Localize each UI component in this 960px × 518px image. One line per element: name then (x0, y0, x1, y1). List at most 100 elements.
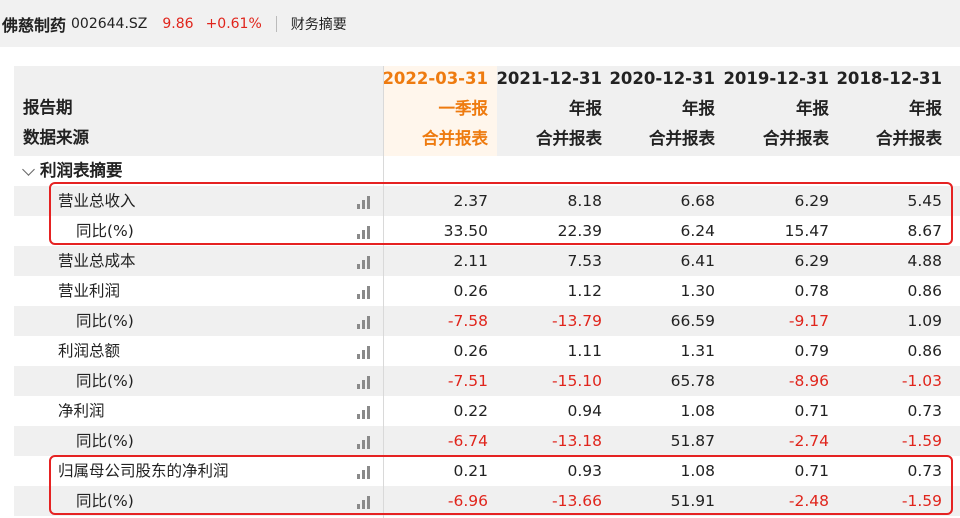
row-label: 同比(%) (76, 372, 134, 390)
table-cell: 0.86 (907, 282, 942, 300)
table-cell: -6.96 (447, 492, 488, 510)
bar-chart-icon[interactable] (357, 495, 371, 509)
bar-chart-icon[interactable] (357, 345, 371, 359)
table-cell: -7.51 (447, 372, 488, 390)
row-label: 同比(%) (76, 222, 134, 240)
table-cell: 0.73 (907, 402, 942, 420)
header-date: 2020-12-31 (609, 69, 715, 88)
section-title: 利润表摘要 (40, 161, 123, 180)
table-cell: 33.50 (443, 222, 488, 240)
header-source: 合并报表 (649, 129, 715, 148)
stock-header-bar: 佛慈制药 002644.SZ 9.86 +0.61% 财务摘要 (0, 0, 960, 47)
table-cell: 6.29 (794, 252, 829, 270)
financial-summary-table: 报告期 数据来源 2022-03-31 一季报合并报表 2021-12-31 年报合并… (14, 66, 960, 518)
table-cell: 0.94 (567, 402, 602, 420)
row-label: 归属母公司股东的净利润 (58, 462, 229, 480)
table-cell: 0.86 (907, 342, 942, 360)
table-cell: -1.59 (901, 492, 942, 510)
table-cell: 5.45 (907, 192, 942, 210)
table-cell: 0.22 (453, 402, 488, 420)
period-label: 报告期 (23, 98, 73, 117)
header-source: 合并报表 (536, 129, 602, 148)
table-cell: -1.03 (901, 372, 942, 390)
stock-price: 9.86 (162, 15, 194, 32)
row-label: 同比(%) (76, 312, 134, 330)
table-cell: 1.30 (680, 282, 715, 300)
table-cell: 1.31 (680, 342, 715, 360)
section-row[interactable] (14, 156, 960, 186)
bar-chart-icon[interactable] (357, 465, 371, 479)
table-cell: -8.96 (788, 372, 829, 390)
table-cell: 0.78 (794, 282, 829, 300)
row-label: 同比(%) (76, 432, 134, 450)
table-cell: 51.87 (670, 432, 715, 450)
row-label: 同比(%) (76, 492, 134, 510)
table-cell: 1.08 (680, 402, 715, 420)
table-cell: -9.17 (788, 312, 829, 330)
table-cell: 7.53 (567, 252, 602, 270)
stock-change: +0.61% (205, 15, 262, 32)
table-cell: 15.47 (784, 222, 829, 240)
table-cell: 22.39 (557, 222, 602, 240)
table-cell: 6.29 (794, 192, 829, 210)
table-cell: 8.18 (567, 192, 602, 210)
row-label: 利润总额 (58, 342, 121, 360)
table-cell: 0.71 (794, 462, 829, 480)
header-date: 2022-03-31 (382, 69, 488, 88)
table-cell: -2.74 (788, 432, 829, 450)
header-source: 合并报表 (422, 129, 488, 148)
header-type: 年报 (569, 99, 602, 118)
bar-chart-icon[interactable] (357, 255, 371, 269)
table-cell: -7.58 (447, 312, 488, 330)
table-cell: 0.21 (453, 462, 488, 480)
tab-financial-summary[interactable]: 财务摘要 (291, 14, 347, 34)
table-cell: 66.59 (670, 312, 715, 330)
header-type: 年报 (682, 99, 715, 118)
table-cell: 51.91 (670, 492, 715, 510)
divider (275, 15, 277, 32)
table-cell: -13.79 (552, 312, 602, 330)
table-cell: -13.18 (552, 432, 602, 450)
table-cell: 2.37 (453, 192, 488, 210)
header-date: 2018-12-31 (836, 69, 942, 88)
table-cell: 65.78 (670, 372, 715, 390)
table-cell: 0.73 (907, 462, 942, 480)
table-cell: -13.66 (552, 492, 602, 510)
table-cell: -15.10 (552, 372, 602, 390)
column-divider (383, 66, 384, 518)
bar-chart-icon[interactable] (357, 285, 371, 299)
row-label: 净利润 (58, 402, 105, 420)
bar-chart-icon[interactable] (357, 225, 371, 239)
table-cell: 0.79 (794, 342, 829, 360)
table-cell: -2.48 (788, 492, 829, 510)
header-date: 2021-12-31 (496, 69, 602, 88)
table-cell: -1.59 (901, 432, 942, 450)
table-cell: 1.08 (680, 462, 715, 480)
table-cell: 6.24 (680, 222, 715, 240)
table-cell: -6.74 (447, 432, 488, 450)
table-cell: 1.12 (567, 282, 602, 300)
table-cell: 0.93 (567, 462, 602, 480)
table-cell: 0.71 (794, 402, 829, 420)
header-type: 年报 (909, 99, 942, 118)
header-type: 年报 (796, 99, 829, 118)
bar-chart-icon[interactable] (357, 315, 371, 329)
bar-chart-icon[interactable] (357, 195, 371, 209)
stock-name: 佛慈制药 (2, 15, 67, 35)
header-type: 一季报 (438, 99, 489, 118)
bar-chart-icon[interactable] (357, 405, 371, 419)
table-cell: 6.68 (680, 192, 715, 210)
table-cell: 6.41 (680, 252, 715, 270)
header-source: 合并报表 (763, 129, 829, 148)
bar-chart-icon[interactable] (357, 375, 371, 389)
row-label: 营业利润 (58, 282, 121, 300)
table-cell: 0.26 (453, 282, 488, 300)
source-label: 数据来源 (23, 128, 89, 147)
table-cell: 1.11 (567, 342, 602, 360)
bar-chart-icon[interactable] (357, 435, 371, 449)
row-label: 营业总收入 (58, 192, 136, 210)
row-label: 营业总成本 (58, 252, 136, 270)
table-cell: 4.88 (907, 252, 942, 270)
table-cell: 1.09 (907, 312, 942, 330)
header-source: 合并报表 (876, 129, 942, 148)
